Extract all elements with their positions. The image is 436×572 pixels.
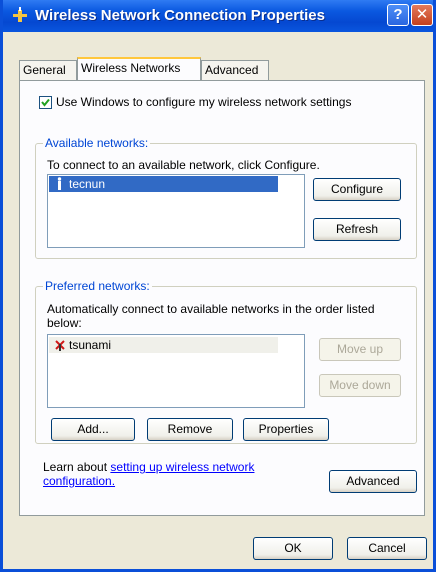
configure-button[interactable]: Configure [313,178,401,201]
tab-wireless-networks[interactable]: Wireless Networks [77,57,201,80]
preferred-instruction-line1: Automatically connect to available netwo… [47,302,375,316]
network-name: tecnun [69,177,106,191]
move-down-button[interactable]: Move down [319,374,401,397]
preferred-networks-title: Preferred networks: [43,279,152,293]
preferred-instruction-line2: below: [47,316,82,330]
ok-button[interactable]: OK [253,537,333,560]
tab-general[interactable]: General [19,60,77,80]
move-up-button[interactable]: Move up [319,338,401,361]
list-item[interactable]: tsunami [49,337,278,353]
window-title: Wireless Network Connection Properties [35,7,325,24]
list-item[interactable]: tecnun [49,176,278,192]
checkmark-icon [41,99,50,107]
advanced-button[interactable]: Advanced [329,470,417,493]
use-windows-label: Use Windows to configure my wireless net… [56,95,352,109]
refresh-button[interactable]: Refresh [313,218,401,241]
learn-text-line1: Learn about setting up wireless network [43,460,254,474]
properties-dialog: Wireless Network Connection Properties ?… [0,0,436,572]
available-networks-title: Available networks: [43,136,151,150]
remove-button[interactable]: Remove [147,418,233,441]
unavailable-network-icon [55,340,65,351]
learn-link-line2[interactable]: configuration. [43,474,115,488]
tab-advanced[interactable]: Advanced [201,60,269,80]
add-button[interactable]: Add... [51,418,135,441]
use-windows-checkbox[interactable] [39,96,52,110]
learn-link[interactable]: setting up wireless network [110,460,254,474]
learn-prefix: Learn about [43,460,111,474]
title-bar[interactable]: Wireless Network Connection Properties ?… [3,0,433,32]
close-button[interactable]: ✕ [411,4,433,26]
properties-button[interactable]: Properties [243,418,329,441]
network-name: tsunami [69,338,112,352]
help-button[interactable]: ? [387,4,409,26]
wireless-antenna-icon [57,177,62,190]
available-networks-list[interactable]: tecnun [47,174,305,248]
cancel-button[interactable]: Cancel [347,537,427,560]
preferred-networks-list[interactable]: tsunami [47,334,305,408]
network-connection-icon [13,7,27,22]
available-instruction: To connect to an available network, clic… [47,158,320,172]
use-windows-checkbox-row[interactable]: Use Windows to configure my wireless net… [39,95,352,110]
